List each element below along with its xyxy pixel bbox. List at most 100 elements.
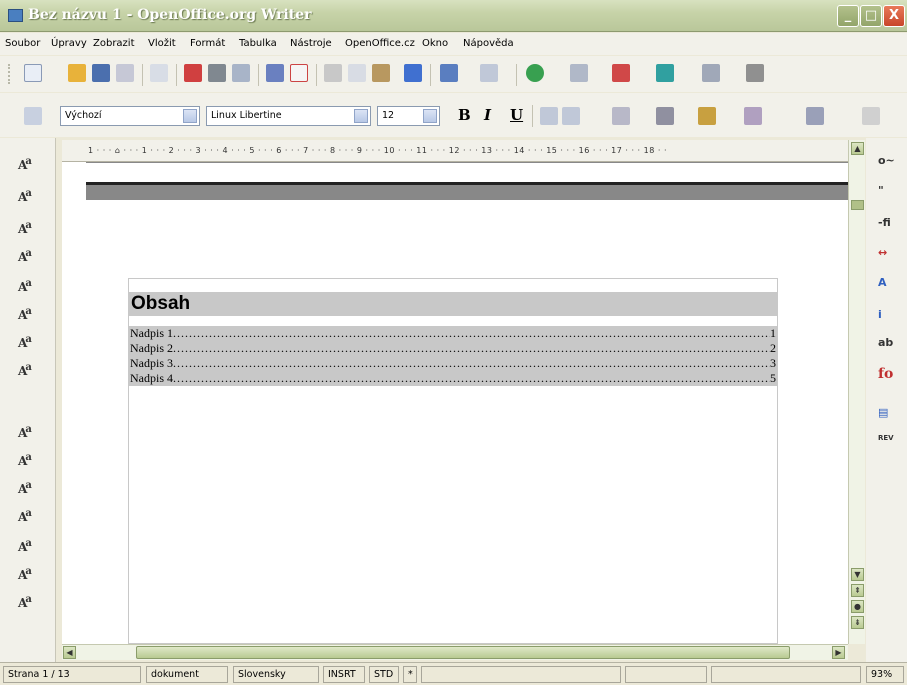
scroll-right-icon[interactable]: ▶ xyxy=(832,646,845,659)
email-icon[interactable] xyxy=(116,64,134,82)
cut-icon[interactable] xyxy=(324,64,342,82)
align-left-icon[interactable] xyxy=(540,107,558,125)
style-icon[interactable]: Aa xyxy=(18,188,32,204)
menu-openoffice-cz[interactable]: OpenOffice.cz xyxy=(345,38,415,49)
menu-napoveda[interactable]: Nápověda xyxy=(463,38,514,49)
character-spacing-icon[interactable] xyxy=(698,107,716,125)
font-options-icon[interactable] xyxy=(746,64,764,82)
hyperlink-icon[interactable] xyxy=(526,64,544,82)
image-icon[interactable] xyxy=(656,64,674,82)
underline-button[interactable]: U xyxy=(510,106,523,124)
style-icon[interactable]: Aa xyxy=(18,278,32,294)
new-document-icon[interactable] xyxy=(24,64,42,82)
spellcheck-icon[interactable] xyxy=(266,64,284,82)
style-icon[interactable]: Aa xyxy=(18,480,32,496)
fo-icon[interactable]: fo xyxy=(878,366,893,382)
next-page-icon[interactable]: ⇟ xyxy=(851,616,864,629)
strikethrough-icon[interactable] xyxy=(656,107,674,125)
menu-nastroje[interactable]: Nástroje xyxy=(290,38,332,49)
toc-entry[interactable]: Nadpis 4 ...............................… xyxy=(129,371,777,386)
style-icon[interactable]: Aa xyxy=(18,452,32,468)
paragraph-style-dropdown[interactable]: Výchozí xyxy=(60,106,200,126)
toc-entry[interactable]: Nadpis 2 ...............................… xyxy=(129,341,777,356)
minimize-button[interactable]: _ xyxy=(837,5,859,27)
superscript-icon[interactable]: o~ xyxy=(878,154,895,167)
ligature-icon[interactable]: -fi xyxy=(878,216,891,229)
page-indicator[interactable]: Strana 1 / 13 xyxy=(3,666,141,683)
chevron-down-icon[interactable] xyxy=(183,109,197,123)
edit-file-icon[interactable] xyxy=(150,64,168,82)
scroll-left-icon[interactable]: ◀ xyxy=(63,646,76,659)
styles-icon[interactable] xyxy=(24,107,42,125)
menu-tabulka[interactable]: Tabulka xyxy=(239,38,277,49)
font-name-dropdown[interactable]: Linux Libertine xyxy=(206,106,371,126)
zoom-slider[interactable] xyxy=(711,666,861,683)
page-style-indicator[interactable]: dokument xyxy=(146,666,228,683)
horizontal-scrollbar[interactable]: ◀ ▶ xyxy=(62,644,848,660)
style-icon[interactable]: Aa xyxy=(18,334,32,350)
align-center-icon[interactable] xyxy=(562,107,580,125)
toc-title[interactable]: Obsah xyxy=(129,292,777,316)
chevron-down-icon[interactable] xyxy=(354,109,368,123)
format-options-icon[interactable] xyxy=(862,107,880,125)
toolbar-grip[interactable] xyxy=(8,64,16,84)
close-button[interactable]: X xyxy=(883,5,905,27)
font-color-icon[interactable]: A xyxy=(878,276,887,289)
vertical-scrollbar[interactable]: ▲ ▼ ⇞ ● ⇟ xyxy=(848,140,865,644)
spacing-icon[interactable]: ↔ xyxy=(878,246,887,259)
index-icon[interactable]: i xyxy=(878,308,882,321)
text-direction-icon[interactable] xyxy=(612,107,630,125)
print-icon[interactable] xyxy=(208,64,226,82)
paste-icon[interactable] xyxy=(372,64,390,82)
toc-entries[interactable]: Nadpis 1 ...............................… xyxy=(129,326,777,386)
style-icon[interactable]: Aa xyxy=(18,362,32,378)
format-paintbrush-icon[interactable] xyxy=(404,64,422,82)
menu-zobrazit[interactable]: Zobrazit xyxy=(93,38,135,49)
horizontal-ruler[interactable]: 1 · · · ⌂ · · · 1 · · · 2 · · · 3 · · · … xyxy=(62,140,848,162)
save-icon[interactable] xyxy=(92,64,110,82)
style-icon[interactable]: Aa xyxy=(18,306,32,322)
font-size-dropdown[interactable]: 12 xyxy=(377,106,440,126)
menu-vlozit[interactable]: Vložit xyxy=(148,38,176,49)
insert-icon[interactable]: ▤ xyxy=(878,406,888,419)
navigator-icon[interactable]: ● xyxy=(851,600,864,613)
style-icon[interactable]: Aa xyxy=(18,566,32,582)
auto-spellcheck-icon[interactable] xyxy=(290,64,308,82)
previous-page-icon[interactable]: ⇞ xyxy=(851,584,864,597)
style-icon[interactable]: Aa xyxy=(18,156,32,172)
document-area[interactable]: Obsah Nadpis 1 .........................… xyxy=(62,162,848,644)
bold-button[interactable]: B xyxy=(458,106,471,124)
language-indicator[interactable]: Slovensky xyxy=(233,666,319,683)
style-icon[interactable]: Aa xyxy=(18,220,32,236)
rev-icon[interactable]: REV xyxy=(878,434,894,442)
menu-upravy[interactable]: Úpravy xyxy=(51,38,87,49)
abc-check-icon[interactable] xyxy=(702,64,720,82)
toc-entry[interactable]: Nadpis 1 ...............................… xyxy=(129,326,777,341)
redo-icon[interactable] xyxy=(480,64,498,82)
print-preview-icon[interactable] xyxy=(232,64,250,82)
open-folder-icon[interactable] xyxy=(68,64,86,82)
scroll-down-icon[interactable]: ▼ xyxy=(851,568,864,581)
quotes-icon[interactable]: " xyxy=(878,184,884,197)
chevron-down-icon[interactable] xyxy=(423,109,437,123)
horizontal-scroll-thumb[interactable] xyxy=(136,646,790,659)
scroll-thumb[interactable] xyxy=(851,200,864,210)
text-case-icon[interactable] xyxy=(744,107,762,125)
maximize-button[interactable]: □ xyxy=(860,5,882,27)
outline-icon[interactable] xyxy=(806,107,824,125)
selection-mode-indicator[interactable]: STD xyxy=(369,666,399,683)
style-icon[interactable]: Aa xyxy=(18,538,32,554)
italic-button[interactable]: I xyxy=(484,106,491,124)
copy-icon[interactable] xyxy=(348,64,366,82)
hyphenation-icon[interactable]: ab xyxy=(878,336,893,349)
style-icon[interactable]: Aa xyxy=(18,594,32,610)
style-icon[interactable]: Aa xyxy=(18,508,32,524)
menu-format[interactable]: Formát xyxy=(190,38,225,49)
style-icon[interactable]: Aa xyxy=(18,248,32,264)
fontwork-icon[interactable] xyxy=(612,64,630,82)
export-pdf-icon[interactable] xyxy=(184,64,202,82)
menu-soubor[interactable]: Soubor xyxy=(5,38,40,49)
menu-okno[interactable]: Okno xyxy=(422,38,448,49)
table-icon[interactable] xyxy=(570,64,588,82)
undo-icon[interactable] xyxy=(440,64,458,82)
